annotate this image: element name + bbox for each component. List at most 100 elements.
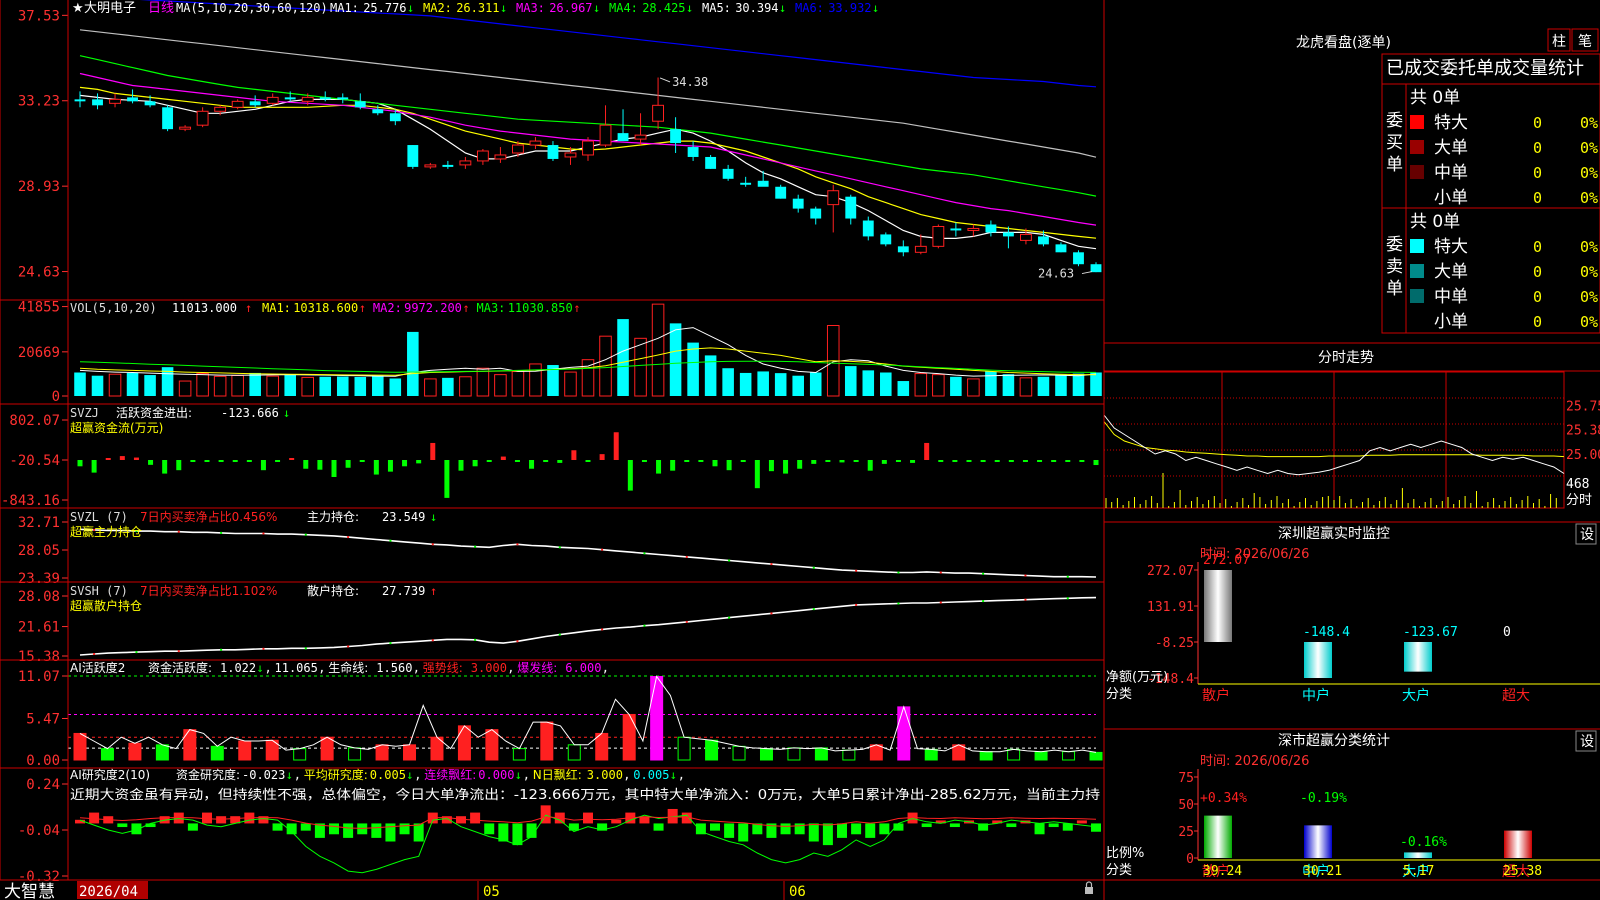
candle-body — [705, 156, 717, 169]
svzj-bar — [458, 459, 464, 471]
svzj-bar — [204, 459, 210, 462]
svzj-bar — [486, 459, 492, 462]
svzj-bar — [430, 442, 436, 460]
dt-row-count: 0 — [1533, 288, 1542, 306]
svzj-bar — [1051, 459, 1057, 462]
volume-bar — [722, 368, 734, 396]
ai-res-value: -0.023 — [242, 768, 285, 782]
svsh-dot — [939, 601, 942, 604]
volume-bar — [336, 376, 349, 396]
svsh-dot — [812, 608, 815, 611]
vol-label: VOL(5,10,20) — [70, 301, 157, 315]
ma-header-value: 33.932 — [828, 1, 871, 15]
dt-side-char: 买 — [1386, 133, 1403, 153]
ai-res-bar — [187, 823, 198, 831]
candle-body — [354, 101, 366, 108]
ai-act-bar — [100, 748, 114, 761]
ai-res-bar — [837, 823, 847, 838]
volume-bar — [407, 331, 419, 396]
date-label-may: 05 — [483, 884, 500, 900]
volume-bar — [932, 374, 945, 397]
ai-act-bar — [210, 745, 224, 761]
dt-row-name: 大单 — [1434, 138, 1468, 158]
svzl-dot — [347, 536, 350, 539]
svsh-label: 散户持仓: — [307, 583, 359, 598]
svzj-bar — [797, 459, 803, 469]
svsh-dot — [558, 633, 561, 636]
svzl-note: 7日内买卖净占比0.456% — [140, 509, 277, 524]
svsh-dot — [177, 650, 180, 653]
ai-res-bar — [583, 812, 593, 824]
svsh-dot — [220, 648, 223, 651]
svzl-tick-label: 23.39 — [18, 571, 60, 587]
candle-body — [792, 198, 804, 209]
volume-bar — [1055, 374, 1067, 396]
classify-settings-label: 设 — [1580, 734, 1594, 750]
ai-act-bar — [1007, 748, 1021, 761]
ai-act-bar — [320, 736, 334, 761]
ai-act-bar — [1034, 751, 1048, 761]
monitor-category: 散户 — [1202, 687, 1230, 704]
candle-body — [564, 152, 577, 158]
dt-color-swatch — [1410, 115, 1424, 129]
classify-side-label2: 分类 — [1106, 863, 1132, 878]
ma-header-value: 30.394 — [735, 1, 778, 15]
svzj-bar — [966, 459, 972, 462]
period-label[interactable]: 日线 — [148, 1, 174, 16]
price-tick-label: 24.63 — [18, 265, 60, 281]
volume-bar — [372, 375, 384, 396]
ai-res-bar — [470, 812, 481, 824]
classify-bar — [1404, 852, 1432, 858]
monitor-bar — [1304, 642, 1332, 678]
svzl-dot — [982, 572, 985, 575]
svzl-dot — [474, 545, 477, 548]
volume-bar — [739, 372, 752, 396]
candle-body — [179, 126, 192, 130]
monitor-tick-label: 131.91 — [1147, 600, 1194, 615]
ai-res-bar — [738, 823, 749, 842]
volume-bar — [564, 371, 577, 397]
ai-act-bar — [457, 725, 471, 761]
ai-act-sep: , — [413, 661, 420, 675]
candle-body — [810, 208, 822, 219]
svzj-bar — [260, 459, 266, 471]
svzj-bar — [218, 459, 224, 462]
ai-act-bar — [622, 713, 636, 761]
dt-side-char: 卖 — [1386, 257, 1403, 277]
ai-res-bar — [1048, 823, 1059, 828]
svzj-bar — [980, 459, 986, 462]
dt-row-pct: 0% — [1580, 114, 1598, 132]
svzj-bar — [585, 459, 591, 462]
vol-ma-arrow: ↑ — [573, 301, 580, 315]
svzl-dot — [685, 555, 688, 558]
svsh-dot — [685, 620, 688, 623]
svsh-dot — [1066, 597, 1069, 600]
svsh-tick-label: 21.61 — [18, 620, 60, 636]
svsh-dot — [347, 645, 350, 648]
ai-act-label: 生命线: — [328, 660, 368, 675]
svzj-bar — [712, 459, 718, 467]
candle-body — [529, 140, 542, 146]
volume-bar — [249, 372, 261, 396]
ai-res-bar — [724, 823, 735, 838]
volume-bar — [757, 371, 769, 396]
svsh-code: SVSH (7) — [70, 584, 128, 598]
ai-act-bar — [924, 748, 938, 761]
svzl-dot — [812, 566, 815, 569]
ma-header-label: MA1: — [330, 1, 359, 15]
ai-res-bar — [413, 823, 424, 842]
svsh-dot — [516, 640, 519, 643]
bar-mode-label: 柱 — [1552, 34, 1566, 50]
dt-row-name: 特大 — [1434, 113, 1468, 133]
svzj-bar — [881, 459, 887, 464]
monitor-bar — [1204, 570, 1232, 643]
svzj-bar — [373, 459, 379, 475]
stock-name[interactable]: 大明电子 — [84, 1, 136, 16]
candle-body — [1073, 252, 1084, 265]
ai-res-bar — [89, 812, 100, 824]
candle-body — [231, 100, 244, 108]
monitor-tick-label: 272.07 — [1147, 564, 1194, 579]
ai-res-bar — [879, 823, 890, 835]
dt-row-pct: 0% — [1580, 238, 1598, 256]
volume-bar — [844, 366, 857, 396]
